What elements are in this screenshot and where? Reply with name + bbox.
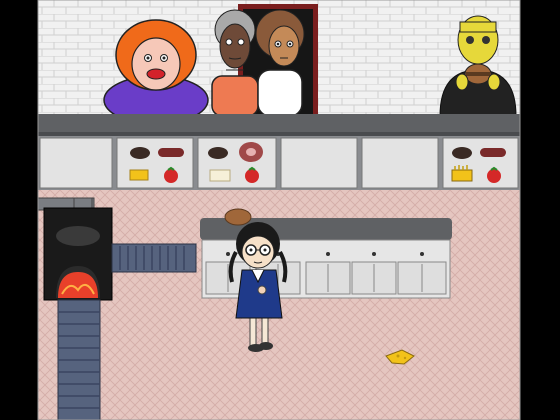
bread-slice-icon[interactable] [209, 169, 231, 182]
counter-slot-6[interactable] [442, 137, 519, 189]
cheese-icon[interactable] [129, 169, 149, 181]
held-burger-icon[interactable] [224, 208, 252, 226]
prep-counter[interactable] [200, 218, 452, 299]
bun-icon[interactable] [208, 147, 228, 159]
tomato-icon[interactable] [245, 169, 259, 183]
sausage-icon[interactable] [480, 148, 506, 157]
counter-slot-3[interactable] [197, 137, 277, 189]
counter-slot-5[interactable] [361, 137, 439, 189]
ham-icon[interactable] [239, 142, 263, 162]
counter-slot-4[interactable] [280, 137, 358, 189]
game-stage[interactable] [0, 0, 560, 420]
bun-icon[interactable] [130, 147, 150, 159]
pizza-oven[interactable] [43, 207, 113, 301]
sausage-icon[interactable] [158, 148, 184, 157]
bun-icon[interactable] [452, 147, 472, 159]
tomato-icon[interactable] [164, 169, 178, 183]
counter-slot-1[interactable] [39, 137, 113, 189]
counter-slot-2[interactable] [116, 137, 194, 189]
tomato-icon[interactable] [487, 169, 501, 183]
